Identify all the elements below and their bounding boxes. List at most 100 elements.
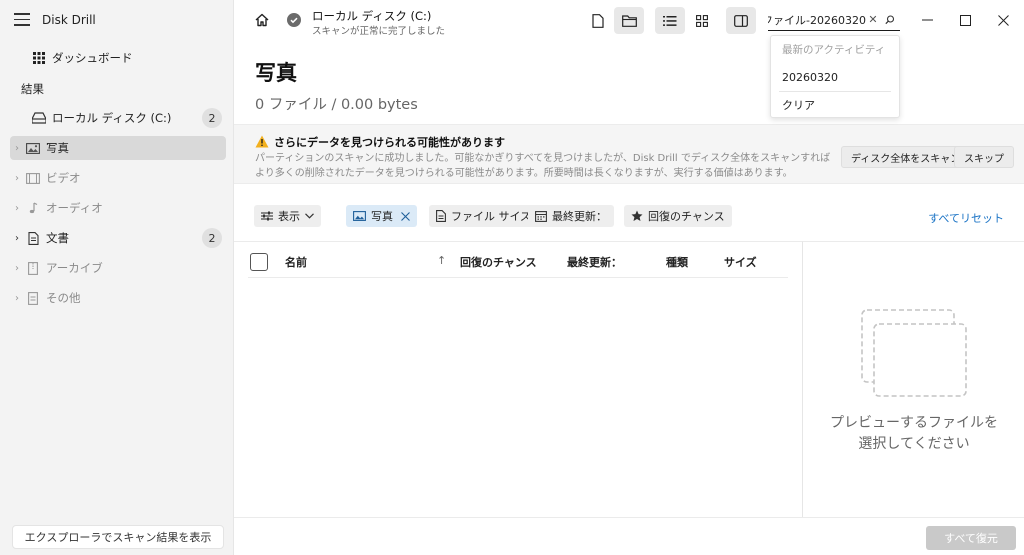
sidebar-item-audio[interactable]: › オーディオ (10, 196, 226, 220)
scan-entire-disk-button[interactable]: ディスク全体をスキャン (841, 146, 971, 168)
column-header-name[interactable]: 名前 (285, 254, 307, 270)
archive-icon (24, 261, 42, 275)
dropdown-header: 最新のアクティビティ (782, 44, 886, 56)
chevron-down-icon (305, 213, 314, 219)
sidebar-item-label: ローカル ディスク (C:) (52, 111, 172, 125)
chevron-right-icon[interactable]: › (10, 143, 24, 154)
maximize-icon (959, 14, 971, 26)
search-input[interactable]: 20260320-テストファイル ✕ (768, 9, 900, 31)
sliders-icon (261, 211, 273, 221)
folder-icon (621, 14, 637, 27)
banner-title: さらにデータを見つけられる可能性があります (274, 136, 505, 149)
sidebar-item-archives[interactable]: › アーカイブ (10, 256, 226, 280)
sidebar-item-documents[interactable]: › 文書 2 (10, 226, 226, 250)
view-label: 表示 (278, 210, 300, 223)
top-bar: ローカル ディスク (C:) スキャンが正常に完了しました 20260320-テ… (234, 0, 1024, 40)
sort-ascending-icon[interactable]: ↑ (437, 254, 446, 267)
column-header-size[interactable]: サイズ (724, 254, 757, 270)
chevron-right-icon[interactable]: › (10, 203, 24, 214)
file-size-filter[interactable]: ファイル サイズ (429, 205, 539, 227)
sidebar-item-dashboard[interactable]: ダッシュボード (10, 46, 226, 70)
sidebar-item-other[interactable]: › その他 (10, 286, 226, 310)
clear-search-icon[interactable]: ✕ (866, 13, 880, 26)
preview-panel: プレビューするファイルを 選択してください (802, 241, 1024, 517)
sidebar-item-photos[interactable]: › 写真 (10, 136, 226, 160)
minimize-icon (921, 19, 933, 21)
folder-view-button[interactable] (614, 7, 644, 34)
close-window-button[interactable] (992, 10, 1014, 30)
results-section-label: 結果 (21, 82, 44, 96)
file-icon (592, 13, 604, 28)
preview-panel-toggle[interactable] (726, 7, 756, 34)
sidebar-item-local-disk[interactable]: ローカル ディスク (C:) 2 (10, 106, 226, 130)
sidebar-item-label: ダッシュボード (52, 51, 133, 65)
chevron-right-icon[interactable]: › (10, 263, 24, 274)
sidebar-item-label: アーカイブ (46, 261, 103, 275)
warning-icon (255, 135, 269, 148)
restore-all-button[interactable]: すべて復元 (926, 526, 1016, 550)
star-icon (631, 210, 643, 221)
sidebar-item-label: その他 (46, 291, 81, 305)
image-icon (24, 142, 42, 154)
column-header-last-modified[interactable]: 最終更新： (567, 254, 622, 270)
document-icon (24, 231, 42, 245)
last-modified-label: 最終更新： (552, 210, 607, 223)
filter-bar: 表示 写真 ファイル サイズ 最終更新： 回復のチャンス すべてリセット (234, 203, 1024, 229)
preview-placeholder-text: プレビューするファイルを 選択してください (803, 413, 1024, 455)
hamburger-menu-icon[interactable] (14, 13, 30, 27)
check-circle-icon (287, 13, 301, 27)
results-table: 名前 ↑ 回復のチャンス 最終更新： 種類 サイズ (234, 241, 802, 517)
column-header-recovery-chance[interactable]: 回復のチャンス (460, 254, 537, 270)
home-icon[interactable] (254, 12, 270, 28)
image-icon (353, 211, 366, 221)
column-header-type[interactable]: 種類 (666, 254, 688, 270)
search-history-dropdown: 最新のアクティビティ 20260320 クリア (770, 35, 900, 118)
film-icon (24, 172, 42, 184)
banner-text: パーティションのスキャンに成功しました。可能なかぎりすべてを見つけましたが、Di… (255, 153, 831, 179)
photo-filter-chip[interactable]: 写真 (346, 205, 417, 227)
document-icon (436, 210, 446, 222)
chevron-right-icon[interactable]: › (10, 293, 24, 304)
chevron-right-icon[interactable]: › (10, 173, 24, 184)
reset-all-link[interactable]: すべてリセット (928, 210, 1004, 226)
sidebar-item-video[interactable]: › ビデオ (10, 166, 226, 190)
file-count-summary: 0 ファイル / 0.00 bytes (255, 97, 418, 113)
list-view-button[interactable] (655, 7, 685, 34)
show-in-explorer-button[interactable]: エクスプローラでスキャン結果を表示 (12, 525, 224, 549)
minimize-window-button[interactable] (916, 10, 938, 30)
view-options-button[interactable]: 表示 (254, 205, 321, 227)
last-modified-filter[interactable]: 最終更新： (528, 205, 614, 227)
preview-line-1: プレビューするファイルを (830, 415, 998, 431)
skip-button[interactable]: スキップ (954, 146, 1014, 168)
close-icon (401, 211, 410, 221)
select-all-checkbox[interactable] (250, 253, 268, 271)
drive-icon (30, 112, 48, 124)
page-title: 写真 (255, 61, 297, 85)
calendar-icon (535, 210, 547, 222)
maximize-window-button[interactable] (954, 10, 976, 30)
disk-title: ローカル ディスク (C:) (312, 9, 432, 23)
sidebar: Disk Drill ダッシュボード 結果 ローカル ディスク (C:) 2 ›… (0, 0, 234, 555)
search-icon[interactable] (880, 14, 900, 25)
app-header: Disk Drill (0, 0, 234, 40)
sidebar-item-label: オーディオ (46, 201, 103, 215)
preview-line-2: 選択してください (858, 436, 970, 452)
footer-bar: すべて復元 (234, 517, 1024, 555)
grid-icon (30, 52, 48, 64)
grid-view-button[interactable] (687, 7, 717, 34)
count-badge: 2 (202, 228, 222, 248)
grid-icon (696, 14, 708, 27)
recent-search-item[interactable]: 20260320 (772, 64, 900, 90)
recovery-chance-label: 回復のチャンス (648, 210, 725, 223)
sidebar-item-label: ビデオ (46, 171, 81, 185)
sidebar-item-label: 写真 (46, 141, 69, 155)
table-header: 名前 ↑ 回復のチャンス 最終更新： 種類 サイズ (248, 242, 788, 278)
photo-filter-label: 写真 (371, 210, 393, 223)
close-icon (997, 14, 1009, 26)
clear-history-item[interactable]: クリア (772, 92, 900, 118)
file-view-button[interactable] (583, 7, 613, 34)
sidebar-item-label: 文書 (46, 231, 69, 245)
recovery-chance-filter[interactable]: 回復のチャンス (624, 205, 732, 227)
file-size-label: ファイル サイズ (451, 210, 532, 223)
chevron-right-icon[interactable]: › (10, 233, 24, 244)
